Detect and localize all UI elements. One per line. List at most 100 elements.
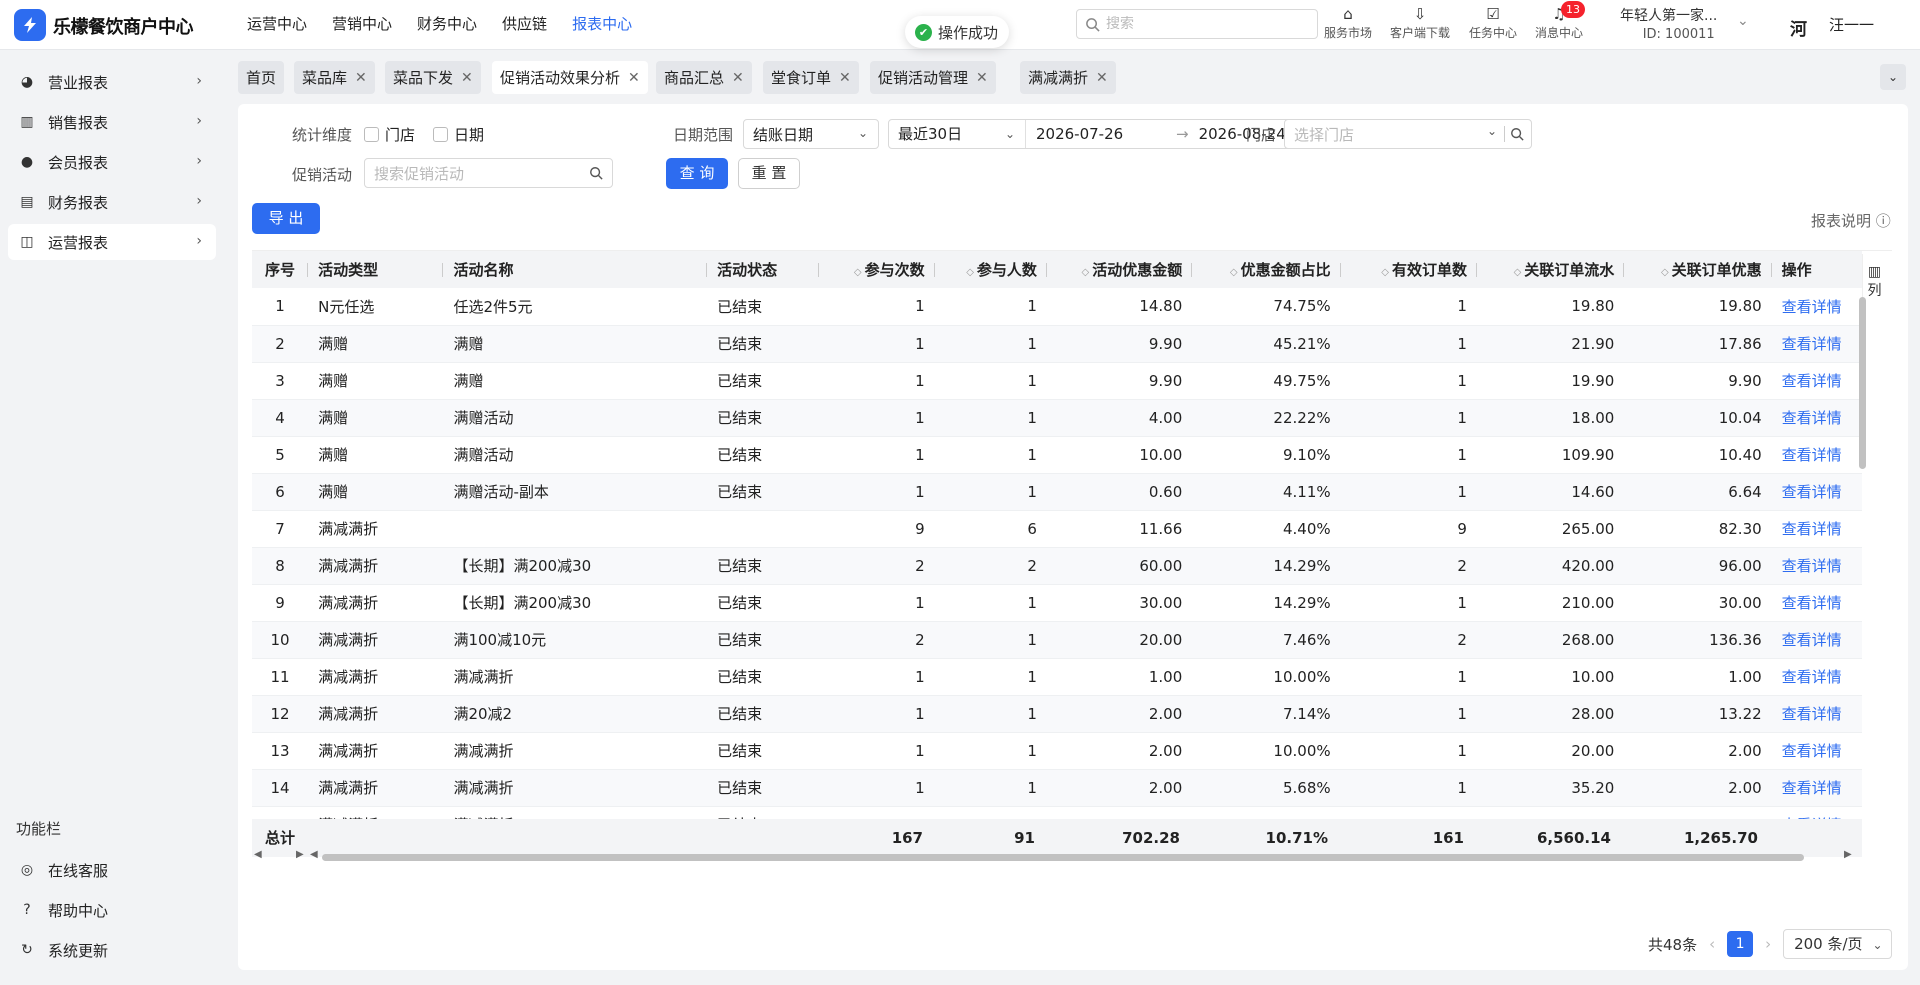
view-details-link[interactable]: 查看详情 — [1782, 520, 1842, 538]
date-preset-select[interactable]: 最近30日 ⌄ — [889, 120, 1026, 148]
table-cell: 2.00 — [1046, 769, 1193, 807]
scroll-left-icon[interactable]: ◀ — [254, 849, 262, 860]
export-button[interactable]: 导 出 — [252, 203, 320, 234]
scroll-right-icon[interactable]: ▶ — [1844, 849, 1852, 860]
sort-icon[interactable]: ◇ — [1230, 267, 1238, 278]
tab-full-reduction[interactable]: 满减满折 ✕ — [1020, 61, 1116, 94]
col-participations[interactable]: ◇ 参与次数 — [819, 251, 935, 288]
page-number[interactable]: 1 — [1727, 931, 1754, 957]
sort-icon[interactable]: ◇ — [1514, 267, 1522, 278]
scroll-right-icon[interactable]: ▶ — [296, 849, 304, 860]
tab-dine-in-orders[interactable]: 堂食订单 ✕ — [763, 61, 859, 94]
view-details-link[interactable]: 查看详情 — [1782, 594, 1842, 612]
client-download[interactable]: ⇩ 客户端下载 — [1390, 4, 1450, 41]
view-details-link[interactable]: 查看详情 — [1782, 409, 1842, 427]
logo[interactable] — [14, 9, 46, 41]
tabs-collapse-button[interactable]: ⌄ — [1880, 64, 1906, 90]
table-cell: 满减满折 — [308, 769, 444, 807]
date-type-select[interactable]: 结账日期 ⌄ — [743, 119, 879, 149]
nav-supply-chain[interactable]: 供应链 — [502, 0, 547, 50]
table-cell: 2.00 — [1046, 732, 1193, 770]
table-cell: 9 — [819, 510, 935, 548]
nav-reports[interactable]: 报表中心 — [572, 0, 632, 50]
sidebar-item-sales-report[interactable]: ▥ 销售报表 › — [8, 104, 216, 140]
account-switcher[interactable]: 年轻人第一家... ID: 100011 — [1620, 5, 1717, 42]
next-page-icon[interactable]: › — [1765, 935, 1771, 953]
tab-product-summary[interactable]: 商品汇总 ✕ — [656, 61, 752, 94]
prev-page-icon[interactable]: ‹ — [1709, 935, 1715, 953]
sidebar-item-member-report[interactable]: ● 会员报表 › — [8, 144, 216, 180]
date-start[interactable]: 2026-07-26 — [1036, 125, 1176, 143]
tab-dish-library[interactable]: 菜品库 ✕ — [294, 61, 375, 94]
horizontal-scrollbar[interactable] — [322, 854, 1804, 861]
sidebar-item-help-center[interactable]: ? 帮助中心 — [8, 892, 216, 928]
sidebar-item-finance-report[interactable]: ▤ 财务报表 › — [8, 184, 216, 220]
promo-search-input[interactable]: 搜索促销活动 — [364, 158, 613, 188]
global-search[interactable] — [1076, 9, 1318, 39]
reset-button[interactable]: 重 置 — [738, 158, 800, 189]
close-icon[interactable]: ✕ — [732, 70, 744, 86]
view-details-link[interactable]: 查看详情 — [1782, 668, 1842, 686]
close-icon[interactable]: ✕ — [976, 70, 988, 86]
scroll-left-icon[interactable]: ◀ — [310, 849, 318, 860]
close-icon[interactable]: ✕ — [839, 70, 851, 86]
tab-home[interactable]: 首页 — [238, 61, 285, 94]
close-icon[interactable]: ✕ — [1096, 70, 1108, 86]
col-discount-amount[interactable]: ◇ 活动优惠金额 — [1046, 251, 1193, 288]
table-cell: 满赠 — [308, 325, 444, 363]
sidebar-item-system-update[interactable]: ↻ 系统更新 — [8, 932, 216, 968]
view-details-link[interactable]: 查看详情 — [1782, 705, 1842, 723]
service-market[interactable]: ⌂ 服务市场 — [1324, 4, 1372, 41]
search-icon[interactable] — [1510, 127, 1524, 141]
vertical-scrollbar[interactable] — [1859, 297, 1866, 469]
col-discount-ratio[interactable]: ◇ 优惠金额占比 — [1192, 251, 1341, 288]
col-valid-orders[interactable]: ◇ 有效订单数 — [1340, 251, 1477, 288]
store-select[interactable]: 选择门店 ⌄ — [1284, 119, 1532, 149]
tab-promo-management[interactable]: 促销活动管理 ✕ — [870, 61, 996, 94]
col-index: 序号 — [252, 251, 309, 288]
action-cell: 查看详情 — [1771, 769, 1862, 807]
sidebar-item-online-service[interactable]: ◎ 在线客服 — [8, 852, 216, 888]
close-icon[interactable]: ✕ — [461, 70, 473, 86]
nav-finance[interactable]: 财务中心 — [417, 0, 477, 50]
view-details-link[interactable]: 查看详情 — [1782, 446, 1842, 464]
avatar[interactable]: 河 — [1790, 15, 1807, 40]
page-size-select[interactable]: 200 条/页 ⌄ — [1783, 929, 1892, 959]
table-cell: 1 — [934, 436, 1047, 474]
col-participants[interactable]: ◇ 参与人数 — [934, 251, 1047, 288]
sort-icon[interactable]: ◇ — [1661, 267, 1669, 278]
sort-icon[interactable]: ◇ — [1082, 267, 1090, 278]
report-note-link[interactable]: 报表说明 ⓘ — [1811, 210, 1891, 231]
view-details-link[interactable]: 查看详情 — [1782, 631, 1842, 649]
user-name[interactable]: 汪一一 — [1829, 14, 1874, 35]
view-details-link[interactable]: 查看详情 — [1782, 372, 1842, 390]
global-search-input[interactable] — [1106, 16, 1306, 32]
sort-icon[interactable]: ◇ — [854, 267, 862, 278]
tab-dish-distribution[interactable]: 菜品下发 ✕ — [385, 61, 481, 94]
nav-operations[interactable]: 运营中心 — [247, 0, 307, 50]
sidebar-item-business-report[interactable]: ◕ 营业报表 › — [8, 64, 216, 100]
tab-promo-analysis[interactable]: 促销活动效果分析 ✕ — [492, 61, 648, 94]
view-details-link[interactable]: 查看详情 — [1782, 298, 1842, 316]
view-details-link[interactable]: 查看详情 — [1782, 557, 1842, 575]
query-button[interactable]: 查 询 — [666, 158, 728, 189]
message-center[interactable]: ♫ 13 消息中心 — [1535, 1, 1585, 41]
view-details-link[interactable]: 查看详情 — [1782, 742, 1842, 760]
sort-icon[interactable]: ◇ — [966, 267, 974, 278]
close-icon[interactable]: ✕ — [628, 70, 640, 86]
view-details-link[interactable]: 查看详情 — [1782, 483, 1842, 501]
task-center[interactable]: ☑ 任务中心 — [1469, 4, 1517, 41]
col-order-discount[interactable]: ◇ 关联订单优惠 — [1624, 251, 1772, 288]
sort-icon[interactable]: ◇ — [1381, 267, 1389, 278]
table-row: 10 满减满折 满100减10元 已结束 2 1 20.00 7.46% 2 268.00 136.… — [252, 621, 1862, 659]
sidebar-item-operations-report[interactable]: ◫ 运营报表 › — [8, 224, 216, 260]
dimension-date-checkbox[interactable]: 日期 — [433, 124, 484, 145]
col-order-flow[interactable]: ◇ 关联订单流水 — [1476, 251, 1625, 288]
view-details-link[interactable]: 查看详情 — [1782, 779, 1842, 797]
table-cell — [707, 510, 820, 548]
close-icon[interactable]: ✕ — [355, 70, 367, 86]
nav-marketing[interactable]: 营销中心 — [332, 0, 392, 50]
dimension-store-checkbox[interactable]: 门店 — [364, 124, 415, 145]
view-details-link[interactable]: 查看详情 — [1782, 335, 1842, 353]
chevron-down-icon[interactable]: ⌄ — [1737, 13, 1749, 29]
